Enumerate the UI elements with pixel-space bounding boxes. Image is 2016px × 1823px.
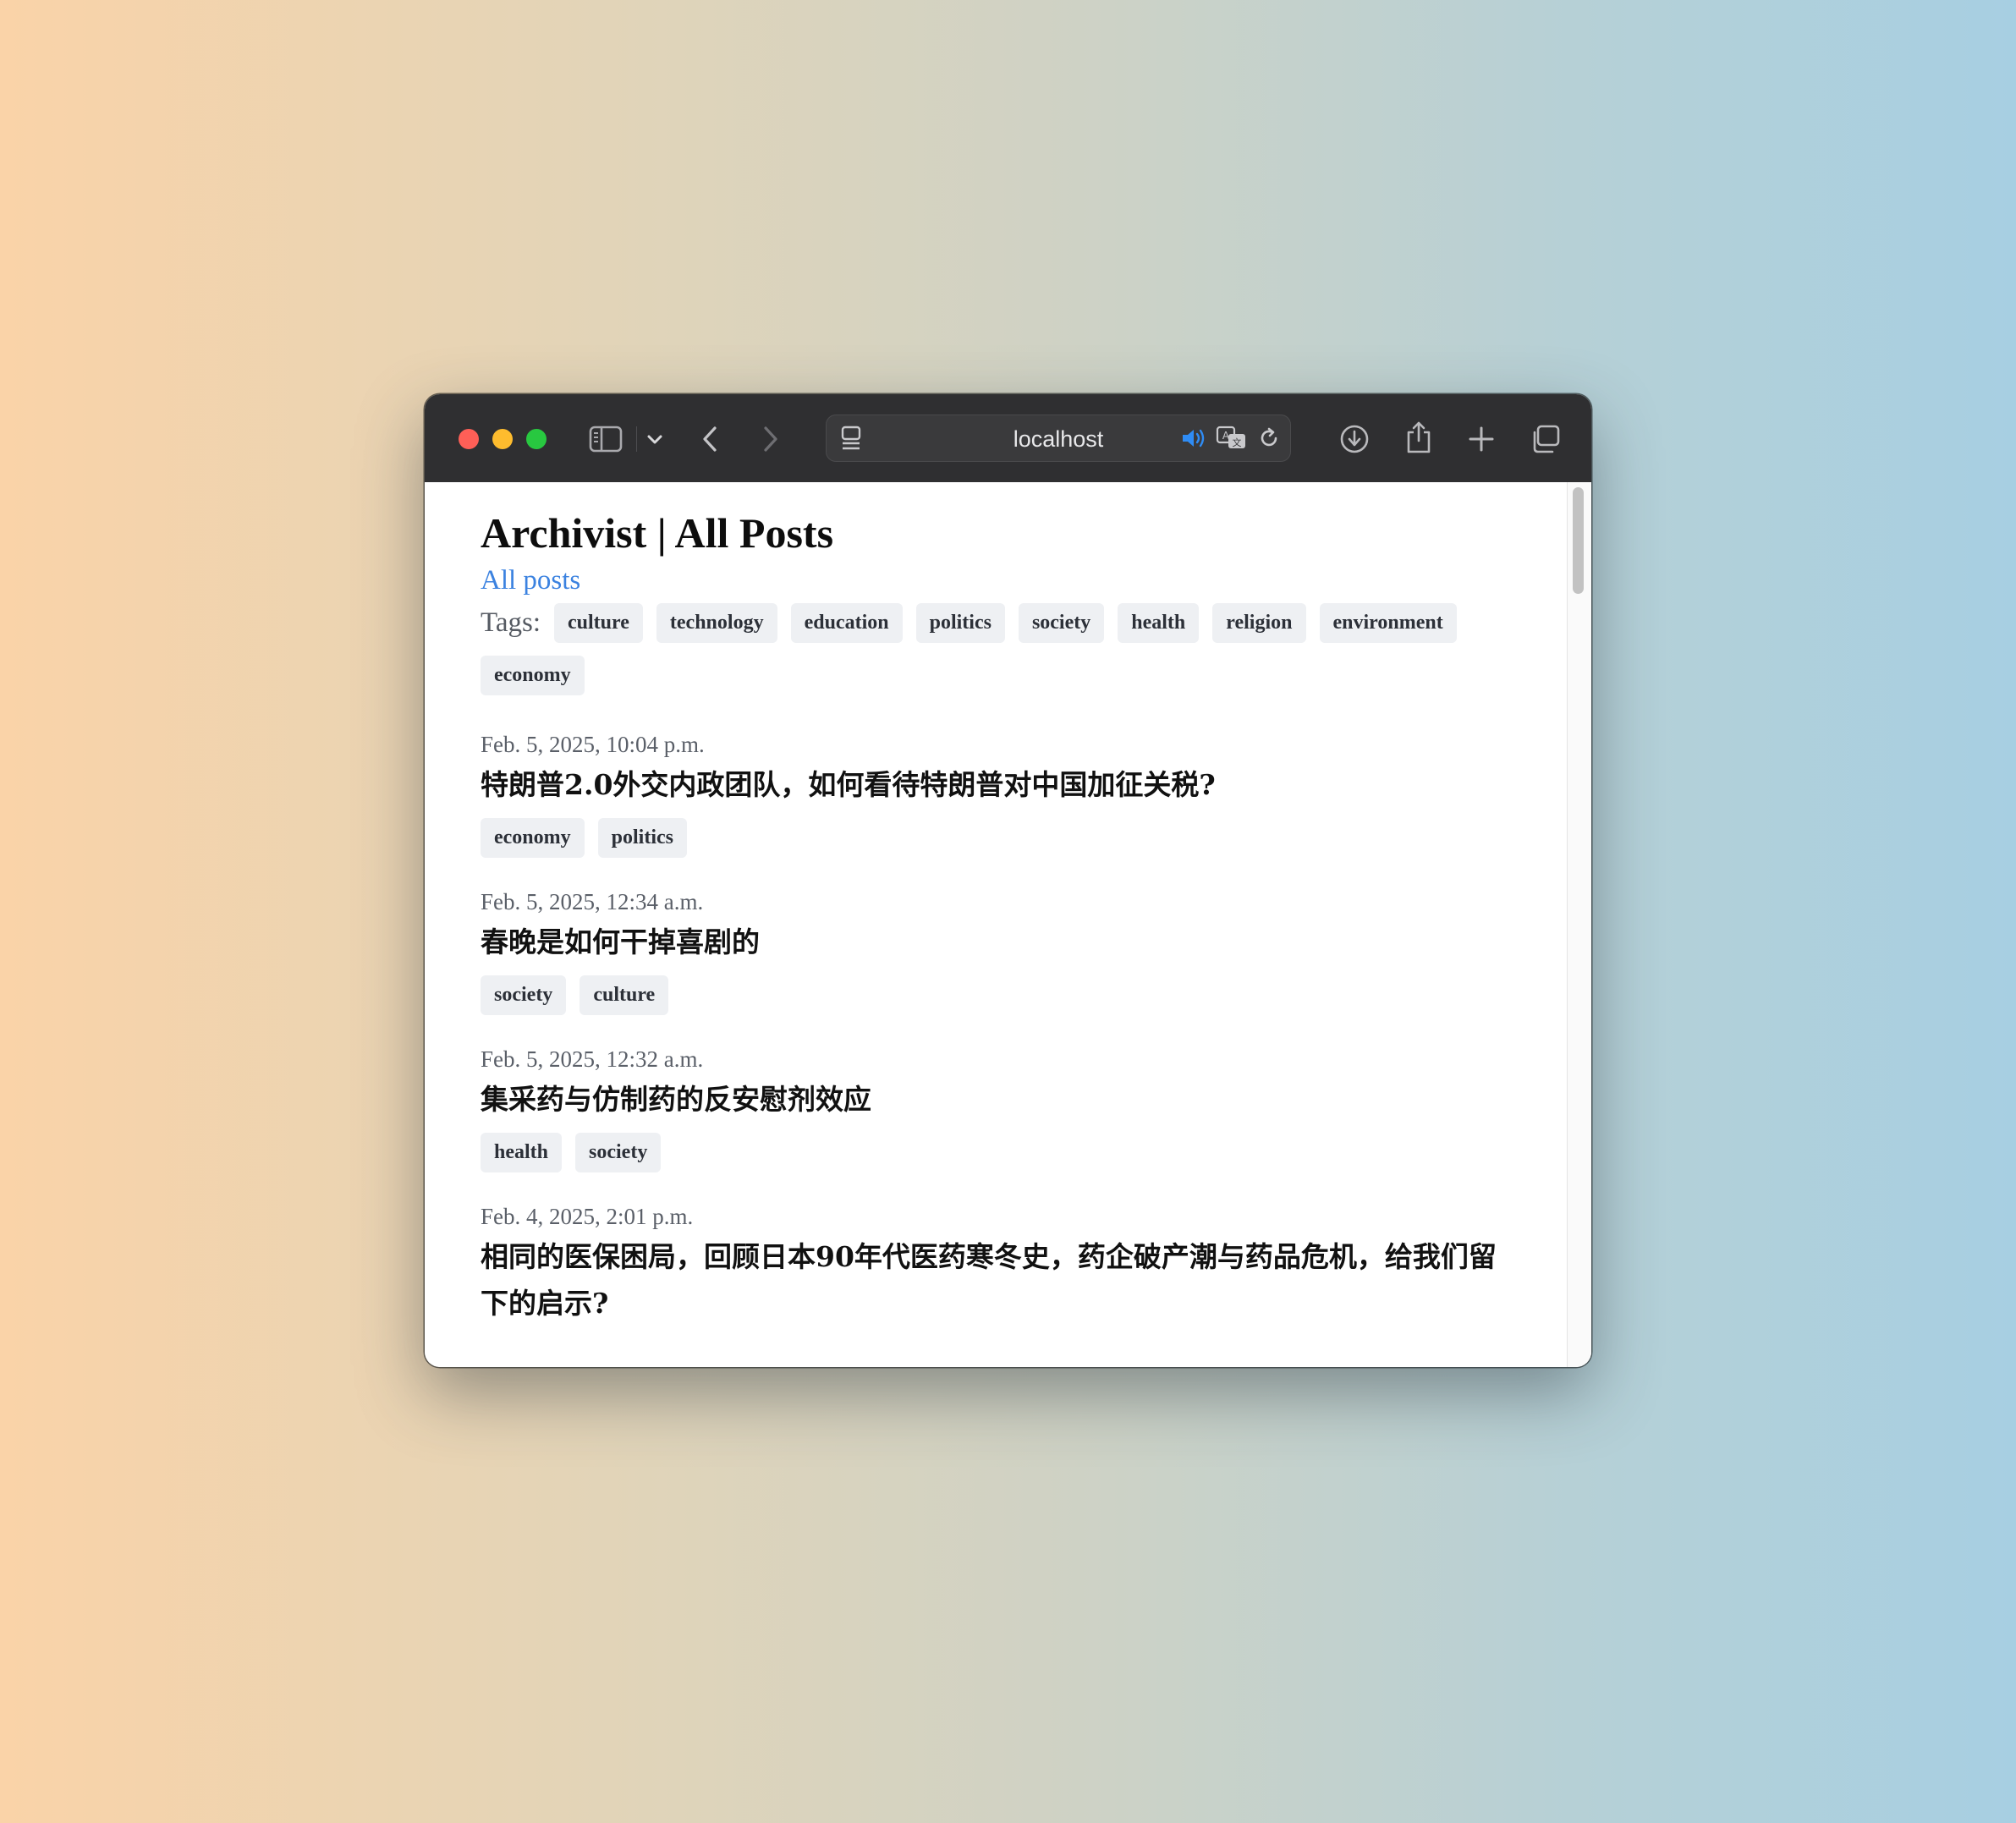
post-date: Feb. 5, 2025, 12:32 a.m. (481, 1046, 704, 1072)
tag-culture[interactable]: culture (554, 602, 643, 643)
post-tags: economy politics (481, 818, 1513, 858)
tag-environment[interactable]: environment (1319, 602, 1457, 643)
zoom-window-button[interactable] (526, 429, 547, 449)
chevron-down-icon[interactable] (643, 428, 667, 452)
svg-text:A: A (1222, 430, 1230, 442)
post-tags: health society (481, 1133, 1513, 1172)
tag-filter-list: Tags: culture technology education polit… (481, 602, 1513, 695)
new-tab-icon[interactable] (1465, 423, 1497, 455)
page-content: Archivist | All Posts All posts Tags: cu… (425, 482, 1591, 1367)
post-item: Feb. 5, 2025, 10:04 p.m. 特朗普2.0外交内政团队，如何… (481, 729, 1513, 858)
share-icon[interactable] (1403, 420, 1435, 455)
toolbar-divider (636, 426, 637, 452)
scrollbar-track[interactable] (1567, 482, 1591, 1367)
post-tag[interactable]: politics (597, 818, 687, 858)
all-posts-link[interactable]: All posts (481, 562, 1513, 599)
page-title: Archivist | All Posts (481, 509, 834, 557)
post-list: Feb. 5, 2025, 10:04 p.m. 特朗普2.0外交内政团队，如何… (481, 729, 1513, 1326)
tag-society[interactable]: society (1018, 602, 1105, 643)
forward-icon[interactable] (756, 423, 785, 455)
tag-economy[interactable]: economy (481, 656, 585, 695)
post-tag[interactable]: health (481, 1133, 563, 1172)
minimize-window-button[interactable] (492, 429, 513, 449)
page-body: Archivist | All Posts All posts Tags: cu… (481, 508, 1513, 1355)
post-item: Feb. 4, 2025, 2:01 p.m. 相同的医保困局，回顾日本90年代… (481, 1201, 1513, 1326)
download-icon[interactable] (1338, 423, 1371, 455)
tag-education[interactable]: education (790, 602, 903, 643)
post-tag[interactable]: culture (580, 975, 669, 1015)
tab-overview-icon[interactable] (1528, 423, 1562, 455)
post-tag[interactable]: society (481, 975, 567, 1015)
tag-politics[interactable]: politics (915, 602, 1005, 643)
post-title-link[interactable]: 特朗普2.0外交内政团队，如何看待特朗普对中国加征关税? (481, 761, 1513, 808)
translate-icon[interactable]: A文 (1215, 425, 1249, 452)
address-bar[interactable]: localhost A文 (826, 415, 1291, 462)
sidebar-toggle-icon[interactable] (588, 423, 623, 455)
scrollbar-thumb[interactable] (1573, 487, 1584, 594)
post-item: Feb. 5, 2025, 12:32 a.m. 集采药与仿制药的反安慰剂效应 … (481, 1044, 1513, 1172)
post-title-link[interactable]: 春晚是如何干掉喜剧的 (481, 919, 1513, 965)
tag-technology[interactable]: technology (656, 602, 777, 643)
tags-label: Tags: (481, 607, 541, 638)
reload-icon[interactable] (1255, 425, 1283, 452)
post-tag[interactable]: society (575, 1133, 662, 1172)
browser-window: localhost A文 Archivist | All Posts All p… (425, 394, 1591, 1367)
tag-religion[interactable]: religion (1212, 602, 1306, 643)
svg-text:文: 文 (1233, 437, 1242, 448)
browser-toolbar: localhost A文 (425, 394, 1591, 482)
tag-health[interactable]: health (1118, 602, 1200, 643)
post-date: Feb. 5, 2025, 10:04 p.m. (481, 732, 705, 757)
post-date: Feb. 5, 2025, 12:34 a.m. (481, 889, 704, 914)
speaker-icon[interactable] (1179, 425, 1208, 452)
back-icon[interactable] (695, 423, 724, 455)
post-tag[interactable]: economy (481, 818, 585, 858)
close-window-button[interactable] (459, 429, 479, 449)
post-item: Feb. 5, 2025, 12:34 a.m. 春晚是如何干掉喜剧的 soci… (481, 887, 1513, 1015)
post-tags: society culture (481, 975, 1513, 1015)
post-date: Feb. 4, 2025, 2:01 p.m. (481, 1204, 694, 1229)
post-title-link[interactable]: 集采药与仿制药的反安慰剂效应 (481, 1076, 1513, 1123)
post-title-link[interactable]: 相同的医保困局，回顾日本90年代医药寒冬史，药企破产潮与药品危机，给我们留下的启… (481, 1233, 1513, 1326)
